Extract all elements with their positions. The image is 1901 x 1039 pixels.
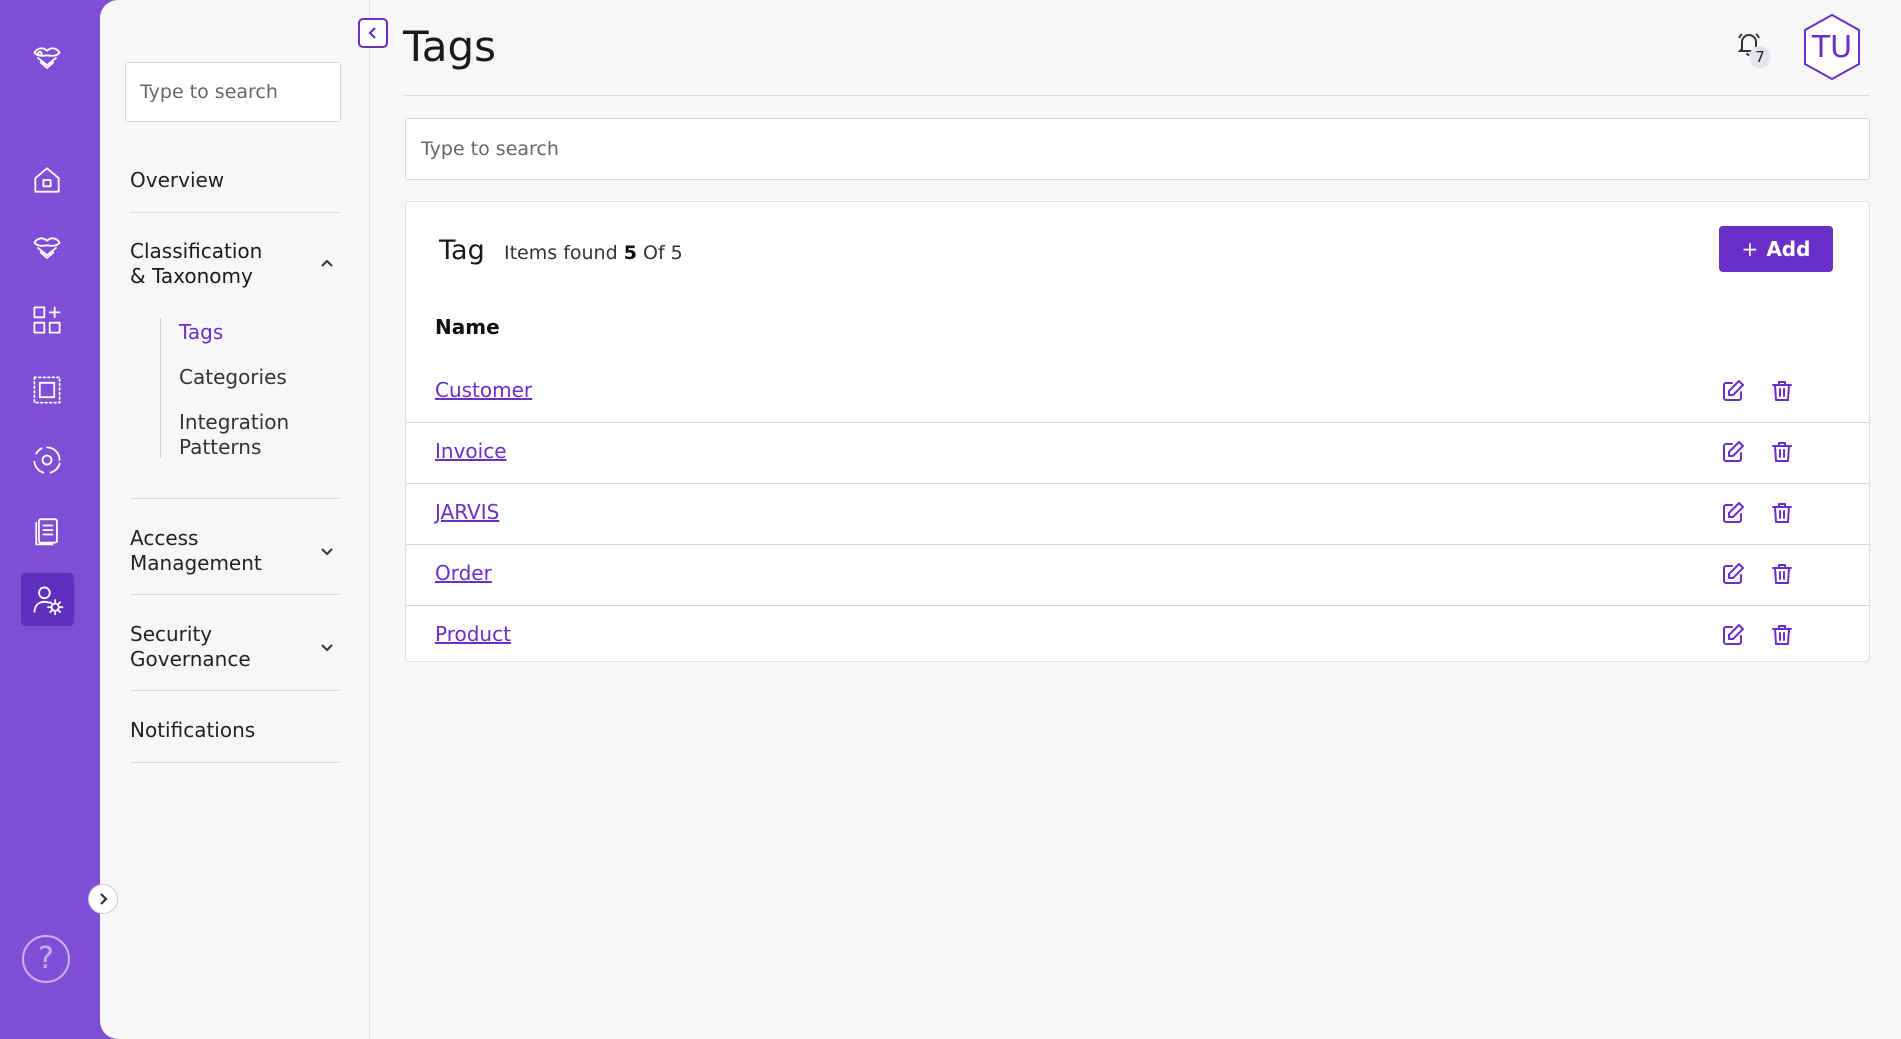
plus-icon: + [1741, 237, 1759, 261]
nav-access-management[interactable]: Access Management [130, 526, 340, 576]
nav-divider [130, 212, 340, 213]
nav-access-label: Access Management [130, 526, 262, 575]
tag-link[interactable]: Order [435, 561, 492, 585]
avatar[interactable]: TU [1800, 12, 1864, 82]
table-row: Order [406, 545, 1869, 606]
nav-classification-label: Classification & Taxonomy [130, 239, 263, 288]
delete-icon[interactable] [1767, 620, 1797, 650]
card-title: Tag [439, 235, 485, 266]
nav-security-governance[interactable]: Security Governance [130, 622, 340, 672]
nav-divider [130, 762, 340, 763]
add-label: Add [1766, 237, 1811, 261]
target-icon[interactable] [25, 438, 69, 482]
apps-add-icon[interactable] [25, 298, 69, 342]
delete-icon[interactable] [1767, 437, 1797, 467]
help-icon[interactable]: ? [22, 935, 70, 983]
brand-logo-icon[interactable] [25, 36, 69, 80]
delete-icon[interactable] [1767, 559, 1797, 589]
sub-item-tags[interactable]: Tags [179, 320, 223, 345]
user-settings-icon[interactable] [21, 573, 74, 626]
chevron-up-icon [321, 259, 333, 267]
items-found-count: 5 [623, 242, 637, 264]
page-title: Tags [403, 22, 496, 71]
edit-icon[interactable] [1718, 559, 1748, 589]
nav-divider [130, 690, 340, 691]
items-found-label: Items found [504, 242, 618, 264]
settings-subnav: Overview Classification & Taxonomy Tags … [100, 0, 370, 1039]
items-found: Items found 5 Of 5 [504, 242, 683, 264]
header-divider [403, 95, 1870, 96]
expand-rail-button[interactable] [88, 884, 118, 914]
classification-sub-items: Tags Categories Integration Patterns [160, 318, 340, 460]
tag-link[interactable]: Invoice [435, 439, 507, 463]
edit-icon[interactable] [1718, 437, 1748, 467]
bee-icon[interactable] [25, 226, 69, 270]
nav-divider [130, 594, 340, 595]
delete-icon[interactable] [1767, 376, 1797, 406]
tag-link[interactable]: Customer [435, 378, 532, 402]
select-area-icon[interactable] [25, 368, 69, 412]
chevron-left-icon [368, 27, 376, 39]
add-tag-button[interactable]: + Add [1719, 226, 1833, 272]
documents-icon[interactable] [25, 508, 69, 552]
nav-overview[interactable]: Overview [130, 168, 340, 193]
table-row: Product [406, 606, 1869, 667]
items-found-total: Of 5 [642, 242, 683, 264]
chevron-down-icon [321, 548, 333, 556]
nav-classification-taxonomy[interactable]: Classification & Taxonomy [130, 239, 340, 289]
nav-security-label: Security Governance [130, 622, 251, 671]
tags-card: Tag Items found 5 Of 5 + Add Name Custom… [405, 201, 1870, 662]
chevron-down-icon [321, 644, 333, 652]
subnav-search-input[interactable] [125, 62, 341, 122]
table-row: Customer [406, 362, 1869, 423]
notifications-button[interactable]: 7 [1735, 30, 1775, 70]
column-header-name: Name [435, 315, 500, 339]
delete-icon[interactable] [1767, 498, 1797, 528]
table-row: JARVIS [406, 484, 1869, 545]
main-surface: Overview Classification & Taxonomy Tags … [100, 0, 1901, 1039]
home-icon[interactable] [25, 158, 69, 202]
notification-count-badge: 7 [1749, 46, 1771, 68]
nav-divider [130, 498, 340, 499]
tags-search-input[interactable] [405, 118, 1870, 180]
nav-notifications[interactable]: Notifications [130, 718, 340, 743]
edit-icon[interactable] [1718, 620, 1748, 650]
collapse-subnav-button[interactable] [358, 18, 388, 48]
sub-item-categories[interactable]: Categories [179, 365, 287, 390]
sub-item-integration-patterns[interactable]: Integration Patterns [179, 410, 299, 460]
edit-icon[interactable] [1718, 376, 1748, 406]
edit-icon[interactable] [1718, 498, 1748, 528]
chevron-right-icon [100, 893, 108, 905]
avatar-initials: TU [1811, 29, 1853, 65]
table-row: Invoice [406, 423, 1869, 484]
tag-link[interactable]: Product [435, 622, 511, 646]
tag-link[interactable]: JARVIS [435, 500, 499, 524]
app-rail: ? [0, 0, 100, 1039]
